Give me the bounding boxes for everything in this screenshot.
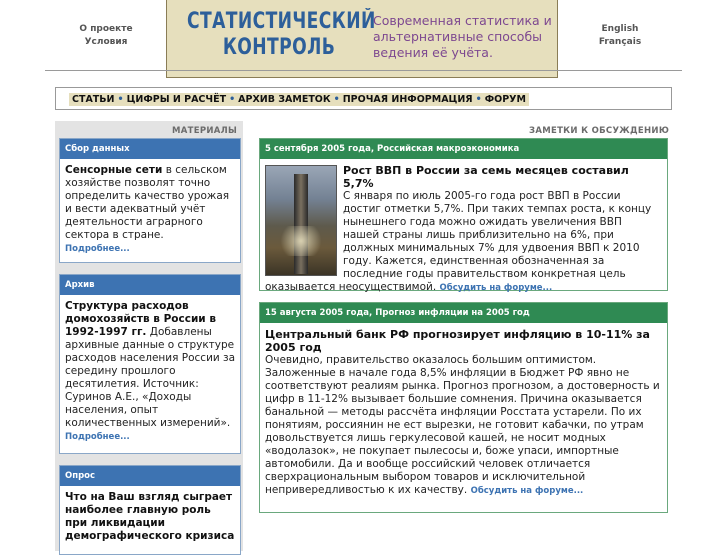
- post-header: 15 августа 2005 года, Прогноз инфляции н…: [260, 303, 667, 323]
- post-card: 15 августа 2005 года, Прогноз инфляции н…: [259, 302, 668, 513]
- post-card: 5 сентября 2005 года, Российская макроэк…: [259, 138, 668, 293]
- site-logo[interactable]: СТАТИСТИЧЕСКИЙ КОНТРОЛЬ: [187, 9, 376, 61]
- terms-link[interactable]: Условия: [62, 36, 150, 49]
- header-left-links: О проекте Условия: [62, 23, 150, 49]
- main-nav: СТАТЬИ • ЦИФРЫ И РАСЧЁТ • АРХИВ ЗАМЕТОК • ПРОЧ…: [55, 87, 672, 110]
- materials-title: МАТЕРИАЛЫ: [172, 126, 238, 136]
- nav-separator: •: [475, 94, 482, 105]
- lang-french-link[interactable]: Français: [575, 36, 665, 49]
- sidebar-box-data-collection: Сбор данных Сенсорные сети в сельском хо…: [59, 138, 241, 263]
- post-photo: [265, 165, 337, 276]
- language-switcher: English Français: [575, 23, 665, 49]
- nav-separator: •: [229, 94, 236, 105]
- read-more-link[interactable]: Подробнее...: [65, 244, 130, 254]
- discuss-on-forum-link[interactable]: Обсудить на форуме...: [440, 283, 553, 293]
- poll-question: Что на Ваш взгляд сыграет наиболее главн…: [65, 491, 235, 542]
- sidebar-box-archive: Архив Структура расходов домохозяйств в …: [59, 274, 241, 454]
- nav-archive[interactable]: АРХИВ ЗАМЕТОК: [238, 94, 331, 105]
- sidebar-box-body: Сенсорные сети в сельском хозяйстве позв…: [60, 159, 240, 262]
- post-body: Центральный банк РФ прогнозирует инфляци…: [260, 323, 667, 503]
- post-title[interactable]: Центральный банк РФ прогнозирует инфляци…: [265, 328, 661, 354]
- logo-line-1: СТАТИСТИЧЕСКИЙ: [187, 9, 376, 34]
- nav-separator: •: [333, 94, 340, 105]
- logo-line-2: КОНТРОЛЬ: [222, 35, 336, 60]
- sidebar-box-lead[interactable]: Сенсорные сети: [65, 164, 162, 176]
- post-text: Очевидно, правительство оказалось больши…: [265, 354, 660, 496]
- sidebar-box-text: Добавлены архивные данные о структуре ра…: [65, 326, 236, 429]
- logo-banner: СТАТИСТИЧЕСКИЙ КОНТРОЛЬ Современная стат…: [166, 0, 558, 78]
- discuss-on-forum-link[interactable]: Обсудить на форуме...: [471, 486, 584, 496]
- site-header: О проекте Условия СТАТИСТИЧЕСКИЙ КОНТРОЛ…: [0, 0, 727, 78]
- post-body: Рост ВВП в России за семь месяцев состав…: [260, 159, 667, 300]
- nav-other-info[interactable]: ПРОЧАЯ ИНФОРМАЦИЯ: [343, 94, 473, 105]
- nav-bar: СТАТЬИ • ЦИФРЫ И РАСЧЁТ • АРХИВ ЗАМЕТОК • ПРОЧ…: [69, 93, 529, 106]
- sidebar-box-header: Сбор данных: [60, 139, 240, 159]
- sidebar-box-header: Архив: [60, 275, 240, 295]
- post-header: 5 сентября 2005 года, Российская макроэк…: [260, 139, 667, 159]
- nav-separator: •: [117, 94, 124, 105]
- read-more-link[interactable]: Подробнее...: [65, 432, 130, 442]
- nav-articles[interactable]: СТАТЬИ: [72, 94, 114, 105]
- sidebar-box-body: Структура расходов домохозяйств в России…: [60, 295, 240, 450]
- nav-figures[interactable]: ЦИФРЫ И РАСЧЁТ: [127, 94, 227, 105]
- header-divider: [45, 70, 682, 71]
- lang-english-link[interactable]: English: [575, 23, 665, 36]
- nav-forum[interactable]: ФОРУМ: [485, 94, 526, 105]
- sidebar-box-body: Что на Ваш взгляд сыграет наиболее главн…: [60, 486, 240, 549]
- sidebar-box-header: Опрос: [60, 466, 240, 486]
- sidebar-box-poll: Опрос Что на Ваш взгляд сыграет наиболее…: [59, 465, 241, 555]
- notes-title: ЗАМЕТКИ К ОБСУЖДЕНИЮ: [529, 126, 670, 136]
- site-tagline: Современная статистика и альтернативные …: [373, 13, 552, 60]
- about-link[interactable]: О проекте: [62, 23, 150, 36]
